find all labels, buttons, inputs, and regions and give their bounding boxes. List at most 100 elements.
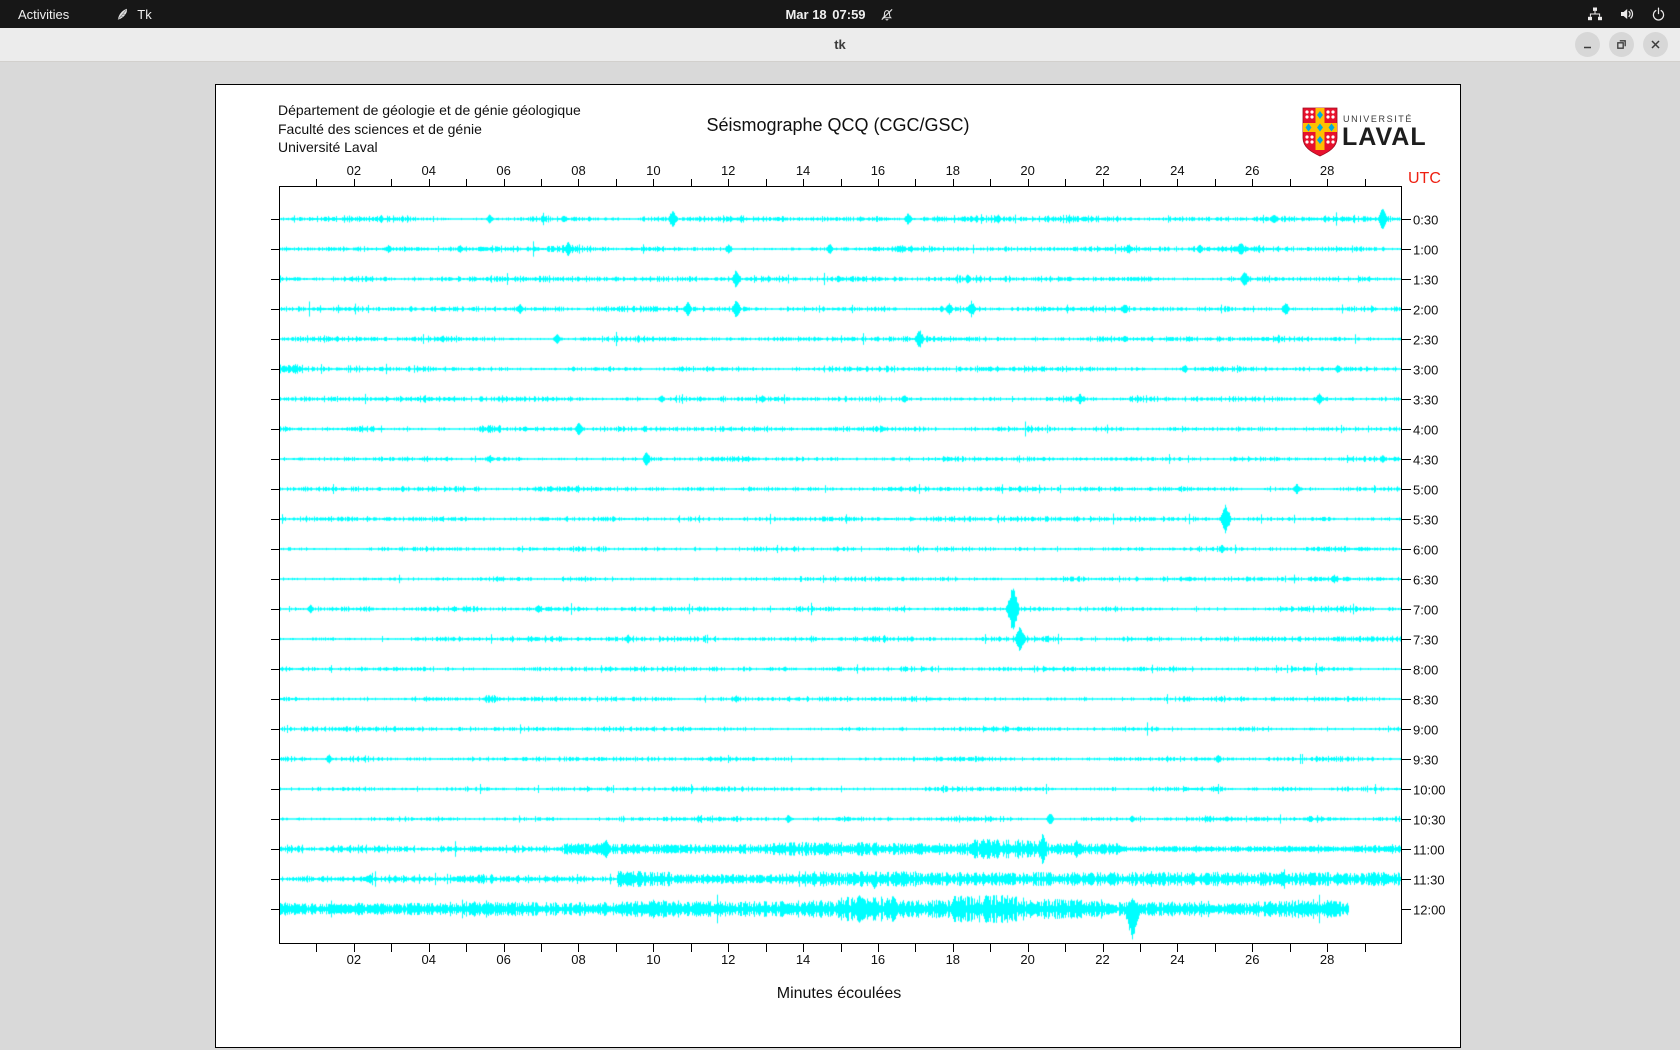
x-minor-tick-bottom (840, 944, 842, 952)
x-minor-tick-top (466, 179, 468, 186)
row-tick-right (1402, 699, 1411, 700)
x-axis-label-top: 16 (870, 163, 886, 178)
clock-menu-button[interactable]: Mar 18 07:59 (785, 7, 894, 22)
row-tick-right (1402, 459, 1411, 460)
row-tick-right (1402, 309, 1411, 310)
x-axis-label-top: 12 (720, 163, 736, 178)
seismograph-frame: Département de géologie et de génie géol… (215, 84, 1461, 1048)
trace-row-label: 4:00 (1413, 422, 1439, 437)
trace-row-label: 4:30 (1413, 452, 1439, 467)
x-axis-label-top: 10 (646, 163, 661, 178)
x-axis-label-top: 06 (496, 163, 511, 178)
trace-row-label: 9:00 (1413, 722, 1439, 737)
row-tick-right (1402, 369, 1411, 370)
x-minor-tick-top (1364, 179, 1366, 186)
row-tick-right (1402, 819, 1411, 820)
x-minor-tick-top (1252, 179, 1254, 186)
x-axis-label-top: 14 (795, 163, 811, 178)
trace-row-label: 0:30 (1413, 212, 1439, 227)
row-tick-right (1402, 339, 1411, 340)
window-titlebar[interactable]: tk (0, 28, 1680, 62)
x-axis-label-bottom: 22 (1095, 952, 1110, 967)
row-tick-right (1402, 279, 1411, 280)
row-tick-right (1402, 609, 1411, 610)
trace-row-label: 9:30 (1413, 752, 1439, 767)
x-minor-tick-top (765, 179, 767, 186)
row-tick-left (271, 639, 279, 640)
x-minor-tick-bottom (353, 944, 355, 952)
x-minor-tick-top (840, 179, 842, 186)
x-minor-tick-bottom (541, 944, 543, 952)
desktop-screen: Activities Tk Mar 18 07:59 tk Départemen… (0, 0, 1680, 1050)
x-axis-label-bottom: 10 (646, 952, 661, 967)
x-minor-tick-bottom (1289, 944, 1291, 952)
x-minor-tick-bottom (578, 944, 580, 952)
x-minor-tick-top (952, 179, 954, 186)
x-minor-tick-top (653, 179, 655, 186)
x-minor-tick-bottom (1139, 944, 1141, 952)
row-tick-left (271, 429, 279, 430)
seismogram-canvas (280, 187, 1401, 943)
x-minor-tick-bottom (803, 944, 805, 952)
x-minor-tick-bottom (1364, 944, 1366, 952)
x-minor-tick-top (1139, 179, 1141, 186)
row-tick-right (1402, 249, 1411, 250)
x-minor-tick-bottom (1252, 944, 1254, 952)
x-minor-tick-bottom (1027, 944, 1029, 952)
x-minor-tick-bottom (653, 944, 655, 952)
maximize-restore-button[interactable] (1609, 32, 1634, 57)
app-menu-label: Tk (137, 6, 152, 22)
trace-row-label: 3:30 (1413, 392, 1439, 407)
trace-row-label: 7:30 (1413, 632, 1439, 647)
x-axis-label-bottom: 28 (1319, 952, 1335, 967)
trace-row-label: 1:00 (1413, 242, 1439, 257)
row-tick-left (271, 849, 279, 850)
trace-row-label: 12:00 (1413, 902, 1446, 917)
x-minor-tick-top (728, 179, 730, 186)
row-tick-right (1402, 579, 1411, 580)
x-minor-tick-bottom (877, 944, 879, 952)
minimize-button[interactable] (1575, 32, 1600, 57)
x-minor-tick-top (615, 179, 617, 186)
x-axis-label-top: 24 (1170, 163, 1185, 178)
x-axis-label-top: 18 (945, 163, 961, 178)
x-minor-tick-top (503, 179, 505, 186)
x-axis-label-bottom: 14 (795, 952, 811, 967)
row-tick-right (1402, 669, 1411, 670)
activities-button[interactable]: Activities (0, 0, 87, 28)
x-minor-tick-top (578, 179, 580, 186)
row-tick-left (271, 879, 279, 880)
trace-row-label: 10:00 (1413, 782, 1446, 797)
x-minor-tick-top (990, 179, 992, 186)
row-tick-left (271, 309, 279, 310)
trace-row-label: 2:30 (1413, 332, 1439, 347)
trace-row-label: 5:30 (1413, 512, 1439, 527)
x-minor-tick-bottom (615, 944, 617, 952)
row-tick-left (271, 249, 279, 250)
x-minor-tick-bottom (765, 944, 767, 952)
trace-row-label: 11:00 (1413, 842, 1445, 857)
x-axis-label-bottom: 04 (421, 952, 436, 967)
trace-row-label: 1:30 (1413, 272, 1439, 287)
row-tick-right (1402, 219, 1411, 220)
row-tick-left (271, 729, 279, 730)
row-tick-left (271, 699, 279, 700)
x-axis-label-bottom: 18 (945, 952, 961, 967)
clock-date: Mar 18 (785, 6, 827, 22)
row-tick-left (271, 489, 279, 490)
row-tick-right (1402, 729, 1411, 730)
x-minor-tick-bottom (1102, 944, 1104, 952)
system-status-menu[interactable] (1587, 6, 1666, 22)
trace-row-label: 11:30 (1413, 872, 1445, 887)
app-menu-button[interactable]: Tk (115, 6, 152, 22)
gnome-top-bar: Activities Tk Mar 18 07:59 (0, 0, 1680, 28)
x-minor-tick-top (1065, 179, 1067, 186)
x-minor-tick-top (1327, 179, 1329, 186)
row-tick-left (271, 819, 279, 820)
volume-icon (1619, 6, 1635, 22)
x-minor-tick-top (1214, 179, 1216, 186)
x-axis-label-top: 20 (1020, 163, 1035, 178)
close-button[interactable] (1643, 32, 1668, 57)
x-minor-tick-top (1289, 179, 1291, 186)
row-tick-left (271, 789, 279, 790)
